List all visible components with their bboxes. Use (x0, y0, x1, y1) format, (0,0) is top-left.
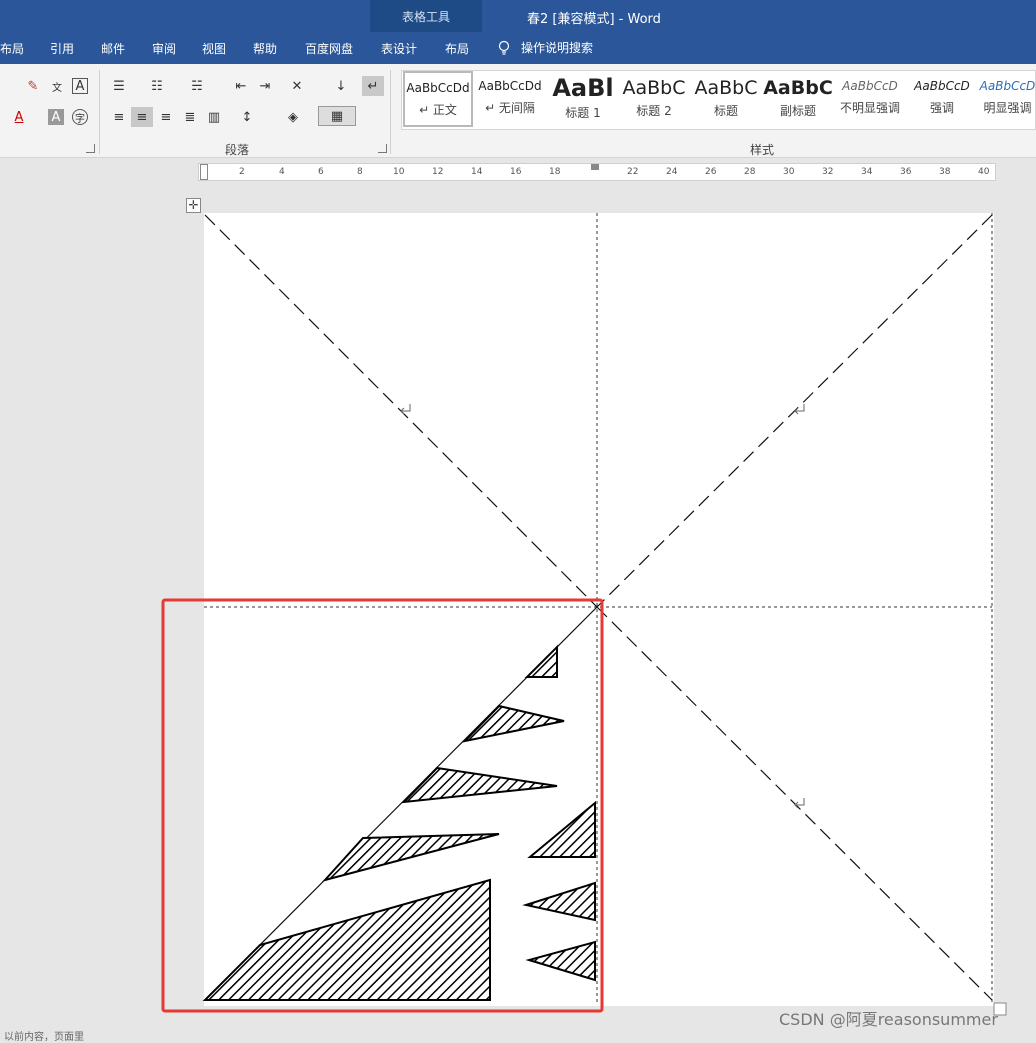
justify-icon[interactable]: ≣ (179, 107, 201, 127)
character-border-icon[interactable]: A (72, 78, 88, 94)
style-sample: AaBbCcD (979, 79, 1036, 93)
ruler-number: 30 (783, 167, 795, 177)
style-normal[interactable]: AaBbCcDd ↵ 正文 (403, 71, 473, 127)
style-name: 明显强调 (983, 101, 1032, 115)
table-move-handle-icon[interactable]: ✛ (186, 198, 201, 213)
ruler-number: 10 (393, 167, 405, 177)
style-title[interactable]: AaBbC 标题 (691, 71, 761, 127)
align-right-icon[interactable]: ≡ (155, 107, 177, 127)
styles-group-label: 样式 (750, 143, 775, 157)
align-center-icon[interactable]: ≡ (131, 107, 153, 127)
document-title: 春2 [兼容模式] - Word (527, 12, 661, 27)
character-shading-icon[interactable]: A (48, 109, 64, 125)
ruler-number: 8 (357, 167, 363, 177)
ruler-number: 34 (861, 167, 873, 177)
ruler-number: 24 (666, 167, 678, 177)
ruler-number: 36 (900, 167, 912, 177)
style-sample: AaBbC (694, 77, 758, 99)
ruler-number: 14 (471, 167, 483, 177)
tab-layout-page[interactable]: 布局 (0, 40, 24, 57)
ruler-number: 38 (939, 167, 951, 177)
title-bar (0, 0, 1036, 32)
ruler-number: 12 (432, 167, 444, 177)
tell-me-label: 操作说明搜索 (521, 41, 594, 55)
phonetic-guide-icon[interactable]: 文 (46, 76, 68, 96)
tab-table-design[interactable]: 表设计 (381, 40, 417, 57)
sort-icon[interactable]: ↓ (330, 76, 352, 96)
font-dialog-launcher-icon[interactable] (86, 144, 95, 153)
ruler-number: 40 (978, 167, 990, 177)
style-name: 标题 1 (565, 106, 601, 120)
tab-table-layout[interactable]: 布局 (445, 40, 469, 57)
tab-view[interactable]: 视图 (202, 40, 226, 57)
ruler-number: 28 (744, 167, 756, 177)
bullets-icon[interactable]: ☰ (108, 76, 130, 96)
ruler-indent-marker[interactable] (591, 164, 599, 170)
style-intense-emphasis[interactable]: AaBbCcD 明显强调 (979, 71, 1036, 127)
tab-references[interactable]: 引用 (50, 40, 74, 57)
style-name: 标题 (713, 104, 738, 118)
style-sample: AaBbCcDd (478, 79, 542, 93)
style-heading-1[interactable]: AaBl 标题 1 (548, 71, 618, 127)
style-sample: AaBbC (622, 77, 686, 99)
style-sample: AaBbCcD (842, 79, 898, 93)
ruler-number: 22 (627, 167, 639, 177)
ruler-number: 16 (510, 167, 522, 177)
ruler-number: 6 (318, 167, 324, 177)
multilevel-list-icon[interactable]: ☵ (186, 76, 208, 96)
clear-formatting-icon[interactable]: ✎ (22, 76, 44, 96)
ruler-left-indent-marker[interactable] (200, 164, 208, 180)
style-sample: AaBbCcD (914, 79, 970, 93)
ribbon-separator (99, 70, 100, 154)
chinese-layout-icon[interactable]: ✕ (286, 76, 308, 96)
numbering-icon[interactable]: ☷ (146, 76, 168, 96)
table-tools-label: 表格工具 (401, 10, 450, 24)
style-name: ↵ 无间隔 (485, 101, 535, 115)
style-sample: AaBbCcDd (406, 81, 470, 95)
increase-indent-icon[interactable]: ⇥ (254, 76, 276, 96)
line-spacing-icon[interactable]: ↕ (236, 107, 258, 127)
paragraph-dialog-launcher-icon[interactable] (378, 144, 387, 153)
style-name: 标题 2 (636, 104, 672, 118)
ruler-number: 26 (705, 167, 717, 177)
style-sample: AaBbC (763, 77, 833, 99)
style-name: 不明显强调 (839, 101, 900, 115)
ruler-number: 18 (549, 167, 561, 177)
style-name: ↵ 正文 (419, 103, 457, 117)
style-name: 强调 (929, 101, 954, 115)
font-color-icon[interactable]: A (8, 107, 30, 127)
enclose-characters-icon[interactable]: 字 (72, 109, 88, 125)
style-subtitle[interactable]: AaBbC 副标题 (763, 71, 833, 127)
style-name: 副标题 (779, 104, 816, 118)
style-emphasis[interactable]: AaBbCcD 强调 (907, 71, 977, 127)
distributed-icon[interactable]: ▥ (203, 107, 225, 127)
status-text: 以前内容，页面里 (4, 1032, 84, 1043)
tab-baidu-netdisk[interactable]: 百度网盘 (305, 40, 353, 57)
tab-mailings[interactable]: 邮件 (101, 40, 125, 57)
style-heading-2[interactable]: AaBbC 标题 2 (619, 71, 689, 127)
paragraph-group-label: 段落 (225, 143, 250, 157)
tab-help[interactable]: 帮助 (253, 40, 277, 57)
ruler-number: 32 (822, 167, 834, 177)
ruler-number: 4 (279, 167, 285, 177)
ruler-number: 2 (239, 167, 245, 177)
style-sample: AaBl (552, 74, 614, 102)
borders-icon[interactable]: ▦ (318, 106, 356, 126)
tell-me-search[interactable]: 操作说明搜索 (497, 39, 593, 56)
lightbulb-icon (498, 40, 510, 55)
style-no-spacing[interactable]: AaBbCcDd ↵ 无间隔 (475, 71, 545, 127)
ribbon-separator (390, 70, 391, 154)
tab-review[interactable]: 审阅 (152, 40, 176, 57)
shading-bucket-icon[interactable]: ◈ (282, 107, 304, 127)
horizontal-ruler[interactable]: 2 4 6 8 10 12 14 16 18 22 24 26 28 30 32… (198, 163, 996, 181)
document-page[interactable] (204, 213, 994, 1006)
align-left-icon[interactable]: ≡ (108, 107, 130, 127)
decrease-indent-icon[interactable]: ⇤ (230, 76, 252, 96)
style-subtle-emphasis[interactable]: AaBbCcD 不明显强调 (835, 71, 905, 127)
watermark-text: CSDN @阿夏reasonsummer (779, 1010, 998, 1029)
show-hide-marks-icon[interactable]: ↵ (362, 76, 384, 96)
